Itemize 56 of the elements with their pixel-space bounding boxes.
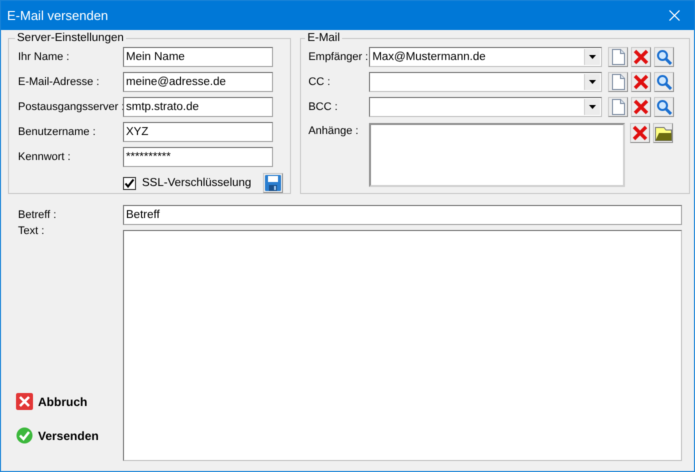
cross-icon xyxy=(633,48,650,64)
dropdown-arrow-icon xyxy=(589,80,596,84)
send-button[interactable]: Versenden xyxy=(16,427,99,444)
delete-button[interactable] xyxy=(631,96,652,116)
field-label: Empfänger : xyxy=(308,50,366,62)
field-label: Anhänge : xyxy=(308,125,360,137)
search-button[interactable] xyxy=(654,46,674,66)
save-button[interactable] xyxy=(263,173,284,193)
field-label: Kennwort : xyxy=(18,150,72,162)
cancel-icon xyxy=(16,393,33,410)
input-field[interactable]: meine@adresse.de xyxy=(123,72,273,92)
folder-icon xyxy=(654,125,672,141)
new-button[interactable] xyxy=(608,96,628,116)
document-icon xyxy=(612,98,625,114)
dropdown-arrow-icon xyxy=(589,104,596,108)
field-label: E-Mail-Adresse : xyxy=(18,76,100,88)
recipient-dropdown[interactable]: Max@Mustermann.de xyxy=(369,46,602,66)
input-field[interactable]: smtp.strato.de xyxy=(123,96,273,116)
input-field[interactable]: XYZ xyxy=(123,122,273,142)
input-field[interactable]: Mein Name xyxy=(123,46,273,66)
cross-icon xyxy=(633,74,650,90)
cancel-button[interactable]: Abbruch xyxy=(16,393,88,410)
delete-button[interactable] xyxy=(631,46,652,66)
delete-button[interactable] xyxy=(630,123,650,143)
group-title: Server-Einstellungen xyxy=(16,32,125,44)
field-label: CC : xyxy=(308,76,332,88)
new-button[interactable] xyxy=(608,46,628,66)
field-label: Benutzername : xyxy=(18,126,97,138)
dropdown-arrow-icon xyxy=(589,54,596,58)
document-icon xyxy=(612,74,625,90)
recipient-dropdown[interactable] xyxy=(369,72,602,92)
search-button[interactable] xyxy=(654,72,674,92)
search-icon xyxy=(656,74,672,90)
search-icon xyxy=(656,48,672,64)
text-label: Text : xyxy=(18,225,46,239)
attachments-list[interactable] xyxy=(369,123,626,187)
group-title: E-Mail xyxy=(306,32,341,44)
new-button[interactable] xyxy=(608,72,628,92)
input-field[interactable]: ********** xyxy=(123,146,273,166)
search-button[interactable] xyxy=(654,96,674,116)
ssl-checkbox[interactable] xyxy=(123,176,136,190)
checkbox-label: SSL-Verschlüsselung xyxy=(142,177,252,189)
document-icon xyxy=(612,48,625,64)
close-icon xyxy=(668,10,680,21)
cross-icon xyxy=(633,98,650,114)
subject-label: Betreff : xyxy=(18,208,58,223)
check-icon xyxy=(16,427,33,444)
recipient-dropdown[interactable] xyxy=(369,96,602,116)
search-icon xyxy=(656,98,672,114)
cross-icon xyxy=(632,125,648,141)
field-label: BCC : xyxy=(308,100,339,112)
window-title: E-Mail versenden xyxy=(7,8,108,23)
field-label: Ihr Name : xyxy=(18,50,70,62)
folder-button[interactable] xyxy=(653,123,674,143)
subject-field[interactable]: Betreff xyxy=(123,205,682,225)
delete-button[interactable] xyxy=(631,72,652,92)
